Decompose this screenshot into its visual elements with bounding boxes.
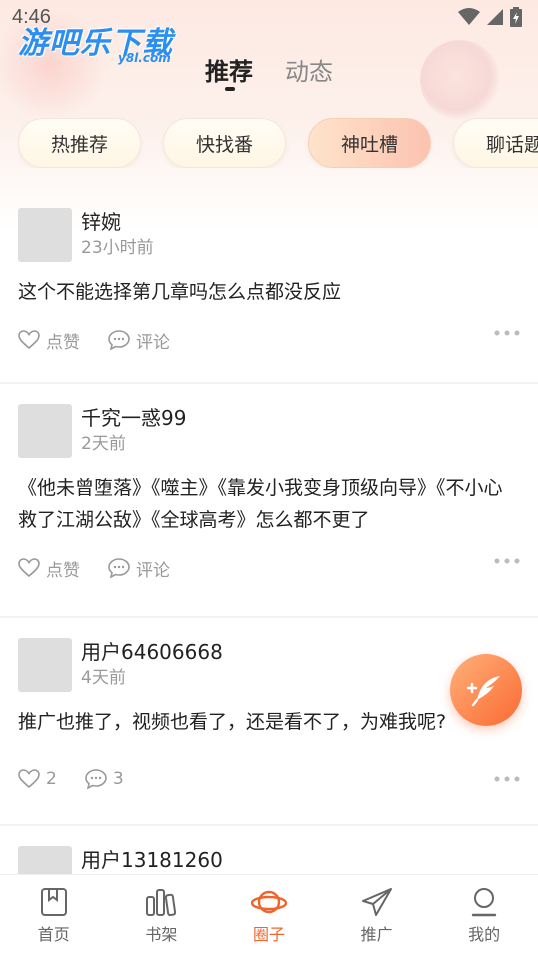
like-button[interactable]: 点赞 [18, 328, 80, 353]
chip-roast[interactable]: 神吐槽 [308, 118, 432, 168]
nav-home[interactable]: 首页 [0, 875, 108, 956]
comment-icon [108, 558, 130, 578]
nav-label: 我的 [468, 925, 501, 944]
post-actions: 点赞 评论 [18, 536, 520, 600]
feather-pen-icon [466, 676, 500, 707]
create-post-button[interactable] [450, 654, 522, 726]
post-card[interactable]: 千究一惑99 2天前 《他未曾堕落》《噬主》《靠发小我变身顶级向导》《不小心救了… [0, 384, 538, 618]
nav-bookshelf[interactable]: 书架 [108, 875, 216, 956]
battery-icon [510, 7, 522, 27]
post-card[interactable]: 用户64606668 4天前 推广也推了，视频也看了，还是看不了，为难我呢? 2… [0, 618, 538, 826]
chip-find-anime[interactable]: 快找番 [163, 118, 287, 168]
bottom-navigation: 首页 书架 圈子 推广 我的 [0, 874, 538, 956]
comment-label: 评论 [136, 332, 170, 353]
profile-icon [471, 888, 497, 917]
tab-indicator [225, 87, 235, 91]
book-icon [40, 888, 67, 916]
post-text: 《他未曾堕落》《噬主》《靠发小我变身顶级向导》《不小心救了江湖公敌》《全球高考》… [18, 477, 503, 531]
wifi-icon [458, 8, 480, 25]
post-actions: 点赞 评论 [18, 308, 520, 372]
status-icons [458, 7, 522, 27]
comment-icon [85, 769, 107, 789]
decorative-planet [420, 40, 500, 120]
logo-domain: y8l.com [118, 51, 171, 65]
like-button[interactable]: 点赞 [18, 556, 80, 581]
username[interactable]: 锌婉 [81, 208, 154, 236]
more-icon[interactable] [494, 558, 520, 564]
post-card[interactable]: 锌婉 23小时前 这个不能选择第几章吗怎么点都没反应 点赞 评论 [0, 188, 538, 384]
username[interactable]: 用户64606668 [81, 638, 223, 666]
nav-promote[interactable]: 推广 [323, 875, 431, 956]
post-text: 这个不能选择第几章吗怎么点都没反应 [18, 281, 342, 303]
comment-button[interactable]: 评论 [108, 556, 170, 581]
more-icon[interactable] [494, 330, 520, 336]
more-icon[interactable] [494, 776, 520, 782]
avatar[interactable] [18, 208, 72, 262]
category-chips: 热推荐 快找番 神吐槽 聊话题 [18, 118, 538, 168]
tab-label: 动态 [285, 58, 333, 86]
username[interactable]: 用户13181260 [81, 846, 223, 874]
nav-label: 推广 [360, 925, 393, 944]
post-time: 2天前 [81, 434, 126, 454]
post-feed: 锌婉 23小时前 这个不能选择第几章吗怎么点都没反应 点赞 评论 千究一惑99 … [0, 188, 538, 906]
like-label: 点赞 [46, 560, 80, 581]
username[interactable]: 千究一惑99 [81, 404, 186, 432]
avatar[interactable] [18, 404, 72, 458]
nav-profile[interactable]: 我的 [430, 875, 538, 956]
nav-label: 书架 [145, 925, 178, 944]
post-time: 4天前 [81, 668, 126, 688]
tab-dynamic[interactable]: 动态 [285, 52, 333, 87]
planet-icon [250, 890, 287, 914]
comment-label: 评论 [136, 560, 170, 581]
top-tabs: 推荐 动态 [205, 52, 333, 91]
bookshelf-icon [146, 889, 177, 917]
post-time: 23小时前 [81, 238, 154, 258]
chip-topics[interactable]: 聊话题 [453, 118, 538, 168]
signal-icon [487, 9, 503, 25]
comment-icon [108, 330, 130, 350]
chip-hot-recommend[interactable]: 热推荐 [18, 118, 142, 168]
like-button[interactable]: 2 [18, 769, 57, 789]
avatar[interactable] [18, 638, 72, 692]
comment-button[interactable]: 评论 [108, 328, 170, 353]
tab-recommend[interactable]: 推荐 [205, 52, 253, 91]
tab-label: 推荐 [205, 58, 253, 86]
comment-button[interactable]: 3 [85, 769, 124, 789]
heart-icon [18, 769, 40, 789]
like-label: 点赞 [46, 332, 80, 353]
paper-plane-icon [361, 888, 392, 916]
nav-label: 圈子 [252, 925, 285, 944]
comment-count: 3 [112, 769, 124, 789]
post-text: 推广也推了，视频也看了，还是看不了，为难我呢? [18, 711, 447, 733]
nav-label: 首页 [37, 925, 70, 944]
nav-circle[interactable]: 圈子 [215, 875, 323, 956]
heart-icon [18, 330, 40, 350]
like-count: 2 [46, 769, 57, 789]
post-actions: 2 3 [18, 738, 520, 820]
heart-icon [18, 558, 40, 578]
app-logo: 游吧乐下载 y8l.com [18, 18, 188, 68]
